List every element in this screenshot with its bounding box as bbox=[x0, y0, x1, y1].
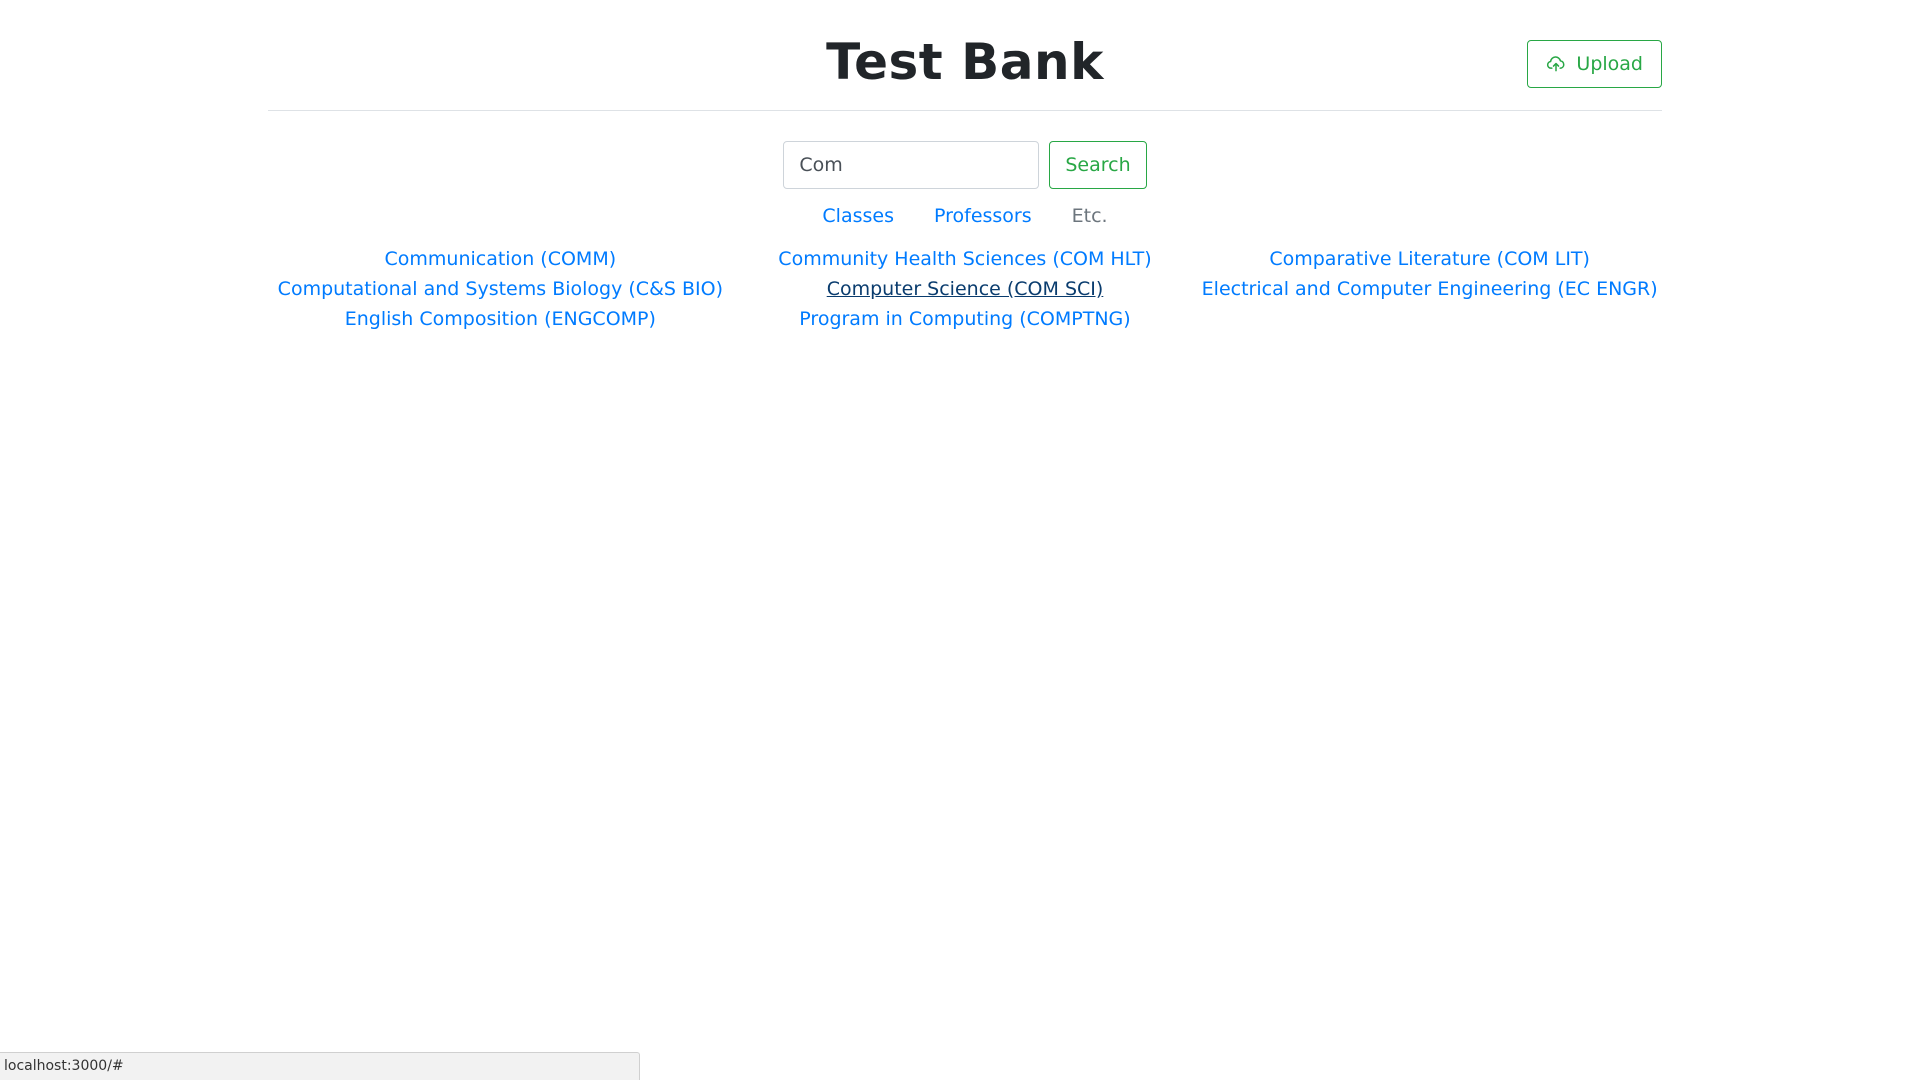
result-link[interactable]: Electrical and Computer Engineering (EC … bbox=[1197, 274, 1662, 304]
cloud-upload-icon bbox=[1546, 54, 1566, 74]
filter-professors[interactable]: Professors bbox=[934, 204, 1032, 228]
upload-button[interactable]: Upload bbox=[1527, 40, 1662, 88]
result-link[interactable]: Communication (COMM) bbox=[268, 244, 733, 274]
filter-etc: Etc. bbox=[1071, 205, 1108, 227]
result-link-hovered[interactable]: Computer Science (COM SCI) bbox=[733, 274, 1198, 304]
filter-classes[interactable]: Classes bbox=[822, 204, 894, 228]
results-column-2: Community Health Sciences (COM HLT) Comp… bbox=[733, 244, 1198, 334]
browser-status-bar: localhost:3000/# bbox=[0, 1052, 640, 1080]
result-link[interactable]: Community Health Sciences (COM HLT) bbox=[733, 244, 1198, 274]
header: Test Bank Upload bbox=[268, 0, 1662, 111]
page-title: Test Bank bbox=[826, 33, 1104, 91]
result-link[interactable]: Computational and Systems Biology (C&S B… bbox=[268, 274, 733, 304]
search-results: Communication (COMM) Computational and S… bbox=[268, 244, 1662, 334]
filter-tabs: Classes Professors Etc. bbox=[268, 204, 1662, 228]
search-bar: Search bbox=[268, 141, 1662, 189]
upload-label: Upload bbox=[1576, 53, 1643, 75]
page: Test Bank Upload Search Classes Professo… bbox=[0, 0, 1920, 1080]
result-link[interactable]: English Composition (ENGCOMP) bbox=[268, 304, 733, 334]
search-input[interactable] bbox=[783, 141, 1040, 189]
search-button[interactable]: Search bbox=[1049, 141, 1147, 189]
main-container: Test Bank Upload Search Classes Professo… bbox=[268, 0, 1662, 330]
results-column-1: Communication (COMM) Computational and S… bbox=[268, 244, 733, 334]
result-link[interactable]: Program in Computing (COMPTNG) bbox=[733, 304, 1198, 334]
result-link[interactable]: Comparative Literature (COM LIT) bbox=[1197, 244, 1662, 274]
results-column-3: Comparative Literature (COM LIT) Electri… bbox=[1197, 244, 1662, 334]
